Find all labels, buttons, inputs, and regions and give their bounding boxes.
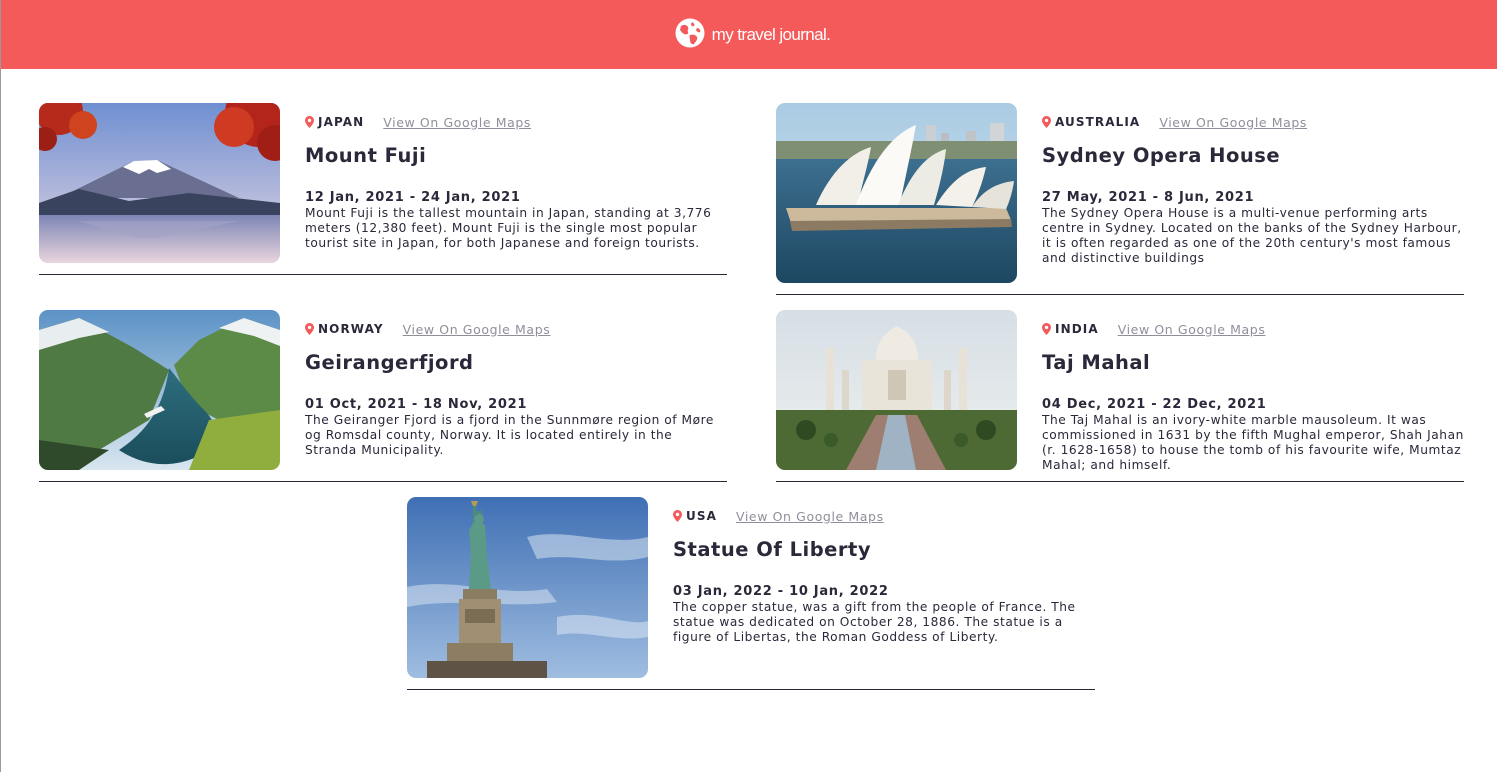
app-header: my travel journal.: [1, 0, 1497, 69]
entry-title: Taj Mahal: [1042, 351, 1151, 374]
location-pin-icon: [673, 507, 682, 526]
country-label: NORWAY: [318, 322, 384, 336]
location-pin-icon: [305, 113, 314, 132]
country-label: AUSTRALIA: [1055, 115, 1141, 129]
entry-info: USA View On Google Maps Statue Of Libert…: [673, 509, 1095, 645]
entry-description: The copper statue, was a gift from the p…: [673, 600, 1076, 644]
location-pin-icon: [1042, 320, 1051, 339]
entry-title: Mount Fuji: [305, 144, 427, 167]
entry-info: AUSTRALIA View On Google Maps Sydney Ope…: [1042, 115, 1464, 266]
statue-of-liberty-photo: [407, 497, 648, 678]
app-title: my travel journal.: [711, 24, 831, 44]
country-label: USA: [686, 509, 717, 523]
entry-dates: 27 May, 2021 - 8 Jun, 2021: [1042, 190, 1255, 205]
location-pin-icon: [305, 320, 314, 339]
entry-description: The Sydney Opera House is a multi-venue …: [1042, 206, 1462, 265]
entry-description: The Geiranger Fjord is a fjord in the Su…: [305, 413, 714, 457]
entry-dates: 04 Dec, 2021 - 22 Dec, 2021: [1042, 397, 1267, 412]
entry-description: Mount Fuji is the tallest mountain in Ja…: [305, 206, 712, 250]
journal-entry: USA View On Google Maps Statue Of Libert…: [407, 497, 1095, 690]
view-on-google-maps-link[interactable]: View On Google Maps: [403, 322, 551, 337]
view-on-google-maps-link[interactable]: View On Google Maps: [1159, 115, 1307, 130]
location-row: AUSTRALIA View On Google Maps: [1042, 113, 1464, 132]
location-pin-icon: [1042, 113, 1051, 132]
entry-description: The Taj Mahal is an ivory-white marble m…: [1042, 413, 1464, 472]
view-on-google-maps-link[interactable]: View On Google Maps: [736, 509, 884, 524]
globe-icon: [675, 18, 705, 52]
entry-dates: 12 Jan, 2021 - 24 Jan, 2021: [305, 190, 521, 205]
country-label: JAPAN: [318, 115, 365, 129]
mount-fuji-photo: [39, 103, 280, 263]
view-on-google-maps-link[interactable]: View On Google Maps: [383, 115, 531, 130]
entry-info: NORWAY View On Google Maps Geirangerfjor…: [305, 322, 727, 458]
entry-title: Sydney Opera House: [1042, 144, 1281, 167]
taj-mahal-photo: [776, 310, 1017, 470]
journal-entry: JAPAN View On Google Maps Mount Fuji 12 …: [39, 103, 727, 275]
entry-title: Geirangerfjord: [305, 351, 474, 374]
country-label: INDIA: [1055, 322, 1099, 336]
view-on-google-maps-link[interactable]: View On Google Maps: [1118, 322, 1266, 337]
entry-dates: 01 Oct, 2021 - 18 Nov, 2021: [305, 397, 528, 412]
journal-entry: AUSTRALIA View On Google Maps Sydney Ope…: [776, 103, 1464, 295]
journal-entry: NORWAY View On Google Maps Geirangerfjor…: [39, 310, 727, 482]
location-row: INDIA View On Google Maps: [1042, 320, 1464, 339]
entry-info: INDIA View On Google Maps Taj Mahal 04 D…: [1042, 322, 1464, 473]
entry-title: Statue Of Liberty: [673, 538, 872, 561]
entry-info: JAPAN View On Google Maps Mount Fuji 12 …: [305, 115, 727, 251]
location-row: USA View On Google Maps: [673, 507, 1095, 526]
journal-entry: INDIA View On Google Maps Taj Mahal 04 D…: [776, 310, 1464, 482]
geirangerfjord-photo: [39, 310, 280, 470]
sydney-opera-house-photo: [776, 103, 1017, 283]
location-row: NORWAY View On Google Maps: [305, 320, 727, 339]
brand[interactable]: my travel journal.: [675, 18, 831, 52]
entry-dates: 03 Jan, 2022 - 10 Jan, 2022: [673, 584, 889, 599]
location-row: JAPAN View On Google Maps: [305, 113, 727, 132]
